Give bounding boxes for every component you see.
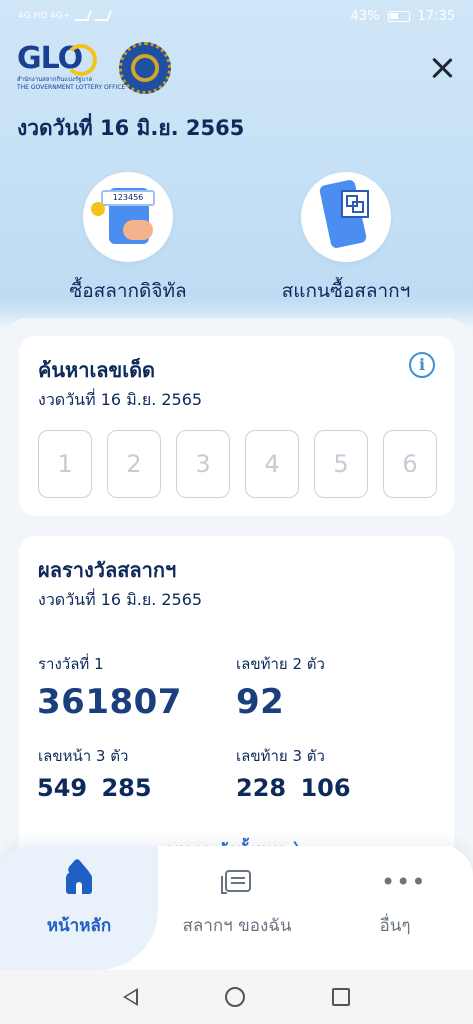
close-button[interactable]	[427, 53, 457, 83]
digit-input-2[interactable]: 2	[107, 430, 161, 498]
digit-input-5[interactable]: 5	[314, 430, 368, 498]
search-card-title: ค้นหาเลขเด็ด	[38, 358, 156, 382]
digit-input-4[interactable]: 4	[245, 430, 299, 498]
signal-icon	[74, 11, 93, 21]
buy-digital-lottery-button[interactable]: 123456 ซื้อสลากดิจิทัล	[38, 172, 218, 306]
clock: 17:35	[417, 8, 455, 24]
system-navigation-bar	[0, 970, 473, 1024]
back-icon[interactable]	[123, 988, 139, 1006]
buy-digital-label: ซื้อสลากดิจิทัล	[69, 280, 187, 302]
last-three-label: เลขท้าย 3 ตัว	[236, 747, 325, 765]
glo-logo-subtitle: สำนักงานสลากกินแบ่งรัฐบาล	[17, 76, 93, 83]
digit-input-3[interactable]: 3	[176, 430, 230, 498]
first-prize-number: 361807	[37, 682, 182, 722]
digit-input-6[interactable]: 6	[383, 430, 437, 498]
lucky-number-search-card: ค้นหาเลขเด็ด i งวดวันที่ 16 มิ.ย. 2565 1…	[19, 336, 454, 516]
results-card-title: ผลรางวัลสลากฯ	[38, 558, 177, 582]
more-icon: •••	[381, 868, 427, 896]
carrier-label: 4G HD 4G+	[18, 11, 71, 21]
nav-tab-home[interactable]: หน้าหลัก	[0, 866, 158, 939]
home-icon	[63, 866, 95, 896]
glo-logo-ring	[65, 44, 97, 76]
status-right: 43% 17:35	[351, 9, 455, 24]
scan-buy-label: สแกนซื้อสลากฯ	[281, 280, 411, 302]
battery-icon	[387, 10, 410, 22]
info-icon[interactable]: i	[409, 352, 435, 378]
glo-logo-subtitle-en: THE GOVERNMENT LOTTERY OFFICE	[17, 84, 126, 91]
nav-tab-more-label: อื่นๆ	[379, 916, 411, 936]
first-prize-label: รางวัลที่ 1	[38, 655, 104, 673]
bottom-navigation: หน้าหลัก สลากฯ ของฉัน ••• อื่นๆ	[0, 846, 473, 970]
digit-input-1[interactable]: 1	[38, 430, 92, 498]
buy-digital-illustration: 123456	[83, 172, 173, 262]
last-three-numbers: 228 106	[236, 774, 351, 802]
front-three-numbers: 549 285	[37, 774, 152, 802]
nav-tab-more[interactable]: ••• อื่นๆ	[316, 866, 473, 939]
results-card-date: งวดวันที่ 16 มิ.ย. 2565	[38, 590, 203, 609]
search-card-date: งวดวันที่ 16 มิ.ย. 2565	[38, 390, 203, 409]
status-bar: 4G HD 4G+ 43% 17:35	[0, 0, 473, 32]
last-two-number: 92	[236, 682, 285, 722]
draw-date-heading: งวดวันที่ 16 มิ.ย. 2565	[17, 116, 245, 140]
ticket-icon: 123456	[101, 190, 155, 206]
recent-apps-icon[interactable]	[331, 988, 350, 1006]
scan-buy-lottery-button[interactable]: สแกนซื้อสลากฯ	[256, 172, 436, 306]
nav-tab-home-label: หน้าหลัก	[46, 916, 112, 936]
app-header: GLO สำนักงานสลากกินแบ่งรัฐบาล THE GOVERN…	[17, 38, 457, 98]
last-two-label: เลขท้าย 2 ตัว	[236, 655, 325, 673]
hand-icon	[123, 220, 153, 240]
nav-tab-my-tickets[interactable]: สลากฯ ของฉัน	[158, 866, 316, 939]
front-three-label: เลขหน้า 3 ตัว	[38, 747, 129, 765]
tickets-icon	[221, 866, 253, 896]
signal-icon-2	[94, 11, 113, 21]
glo-logo: GLO สำนักงานสลากกินแบ่งรัฐบาล THE GOVERN…	[17, 42, 126, 94]
government-seal-logo	[119, 42, 171, 94]
nav-tab-my-tickets-label: สลากฯ ของฉัน	[182, 916, 292, 936]
status-left: 4G HD 4G+	[18, 11, 113, 21]
digit-input-row: 1 2 3 4 5 6	[38, 430, 437, 498]
battery-percent: 43%	[350, 8, 380, 24]
coin-icon	[91, 202, 105, 216]
lottery-results-card: ผลรางวัลสลากฯ งวดวันที่ 16 มิ.ย. 2565 รา…	[19, 536, 454, 866]
qr-code-icon	[341, 190, 369, 218]
scan-buy-illustration	[301, 172, 391, 262]
system-home-icon[interactable]	[224, 987, 245, 1007]
